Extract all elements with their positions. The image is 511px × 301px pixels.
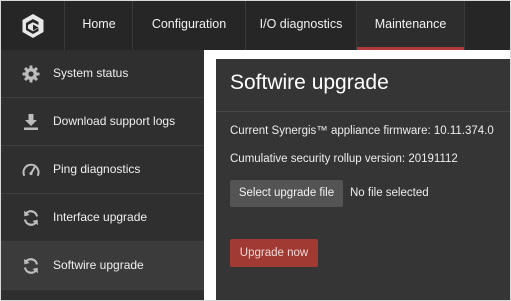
- firmware-version-text: Current Synergis™ appliance firmware: 10…: [230, 125, 494, 137]
- refresh-icon: [23, 210, 39, 226]
- sidebar-item-system-status[interactable]: System status: [1, 50, 204, 98]
- sidebar-item-ping-diagnostics[interactable]: Ping diagnostics: [1, 146, 204, 194]
- file-status-text: No file selected: [350, 187, 429, 199]
- top-nav-bar: Home Configuration I/O diagnostics Maint…: [1, 1, 510, 50]
- sidebar: System status Download support logs Ping…: [1, 50, 204, 300]
- nav-home[interactable]: Home: [66, 1, 132, 50]
- sidebar-item-interface-upgrade[interactable]: Interface upgrade: [1, 194, 204, 242]
- sidebar-item-label: Interface upgrade: [53, 210, 148, 224]
- app-window: Home Configuration I/O diagnostics Maint…: [0, 0, 511, 301]
- refresh-icon: [23, 258, 39, 274]
- main-content: Softwire upgrade Current Synergis™ appli…: [204, 50, 510, 300]
- nav-io-diagnostics[interactable]: I/O diagnostics: [246, 1, 356, 50]
- sidebar-item-download-support-logs[interactable]: Download support logs: [1, 98, 204, 146]
- sidebar-item-softwire-upgrade[interactable]: Softwire upgrade: [1, 242, 204, 290]
- nav-maintenance[interactable]: Maintenance: [357, 1, 464, 50]
- select-upgrade-file-button[interactable]: Select upgrade file: [230, 180, 343, 207]
- nav-divider: [464, 1, 465, 50]
- page-title: Softwire upgrade: [230, 71, 389, 94]
- download-icon: [24, 114, 38, 130]
- gauge-icon: [22, 163, 40, 176]
- upgrade-now-button[interactable]: Upgrade now: [230, 239, 318, 267]
- sidebar-item-label: Download support logs: [53, 114, 176, 128]
- upgrade-panel: Softwire upgrade Current Synergis™ appli…: [216, 59, 510, 300]
- rollup-version-text: Cumulative security rollup version: 2019…: [230, 153, 458, 165]
- sidebar-item-label: Ping diagnostics: [53, 162, 141, 176]
- logo[interactable]: [1, 1, 65, 50]
- genetec-logo-icon: [22, 13, 43, 38]
- divider: [216, 111, 510, 112]
- sidebar-item-label: System status: [53, 66, 129, 80]
- gear-icon: [22, 65, 40, 83]
- sidebar-item-label: Softwire upgrade: [53, 258, 144, 272]
- nav-configuration[interactable]: Configuration: [133, 1, 245, 50]
